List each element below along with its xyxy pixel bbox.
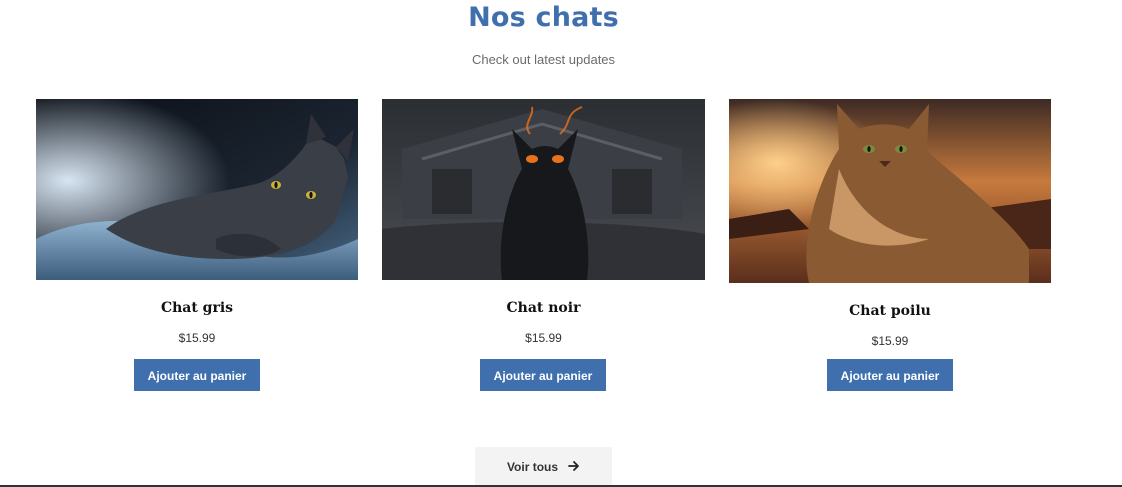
product-price: $15.99 xyxy=(178,331,216,345)
add-to-cart-button[interactable]: Ajouter au panier xyxy=(480,359,606,391)
arrow-right-icon xyxy=(568,460,580,474)
product-price: $15.99 xyxy=(525,331,562,345)
product-price: $15.99 xyxy=(871,334,909,348)
product-name: Chat noir xyxy=(506,300,581,316)
see-all-label: Voir tous xyxy=(506,460,559,474)
section-title: Nos chats xyxy=(468,2,619,33)
product-card-chat-gris: Chat gris $15.99 Ajouter au panier xyxy=(36,99,358,399)
section-subtitle: Check out latest updates xyxy=(471,52,616,67)
add-to-cart-button[interactable]: Ajouter au panier xyxy=(134,359,260,391)
add-to-cart-button[interactable]: Ajouter au panier xyxy=(827,359,953,391)
product-image-gray-cat[interactable] xyxy=(36,99,358,280)
product-section: Nos chats Check out latest updates Chat … xyxy=(0,0,1122,487)
product-image-fluffy-cat[interactable] xyxy=(729,99,1051,283)
product-card-chat-poilu: Chat poilu $15.99 Ajouter au panier xyxy=(729,99,1051,399)
product-image-black-cat[interactable] xyxy=(382,99,705,280)
product-name: Chat gris xyxy=(160,300,234,316)
see-all-button[interactable]: Voir tous xyxy=(475,447,612,487)
product-name: Chat poilu xyxy=(849,303,931,319)
product-card-chat-noir: Chat noir $15.99 Ajouter au panier xyxy=(382,99,705,399)
